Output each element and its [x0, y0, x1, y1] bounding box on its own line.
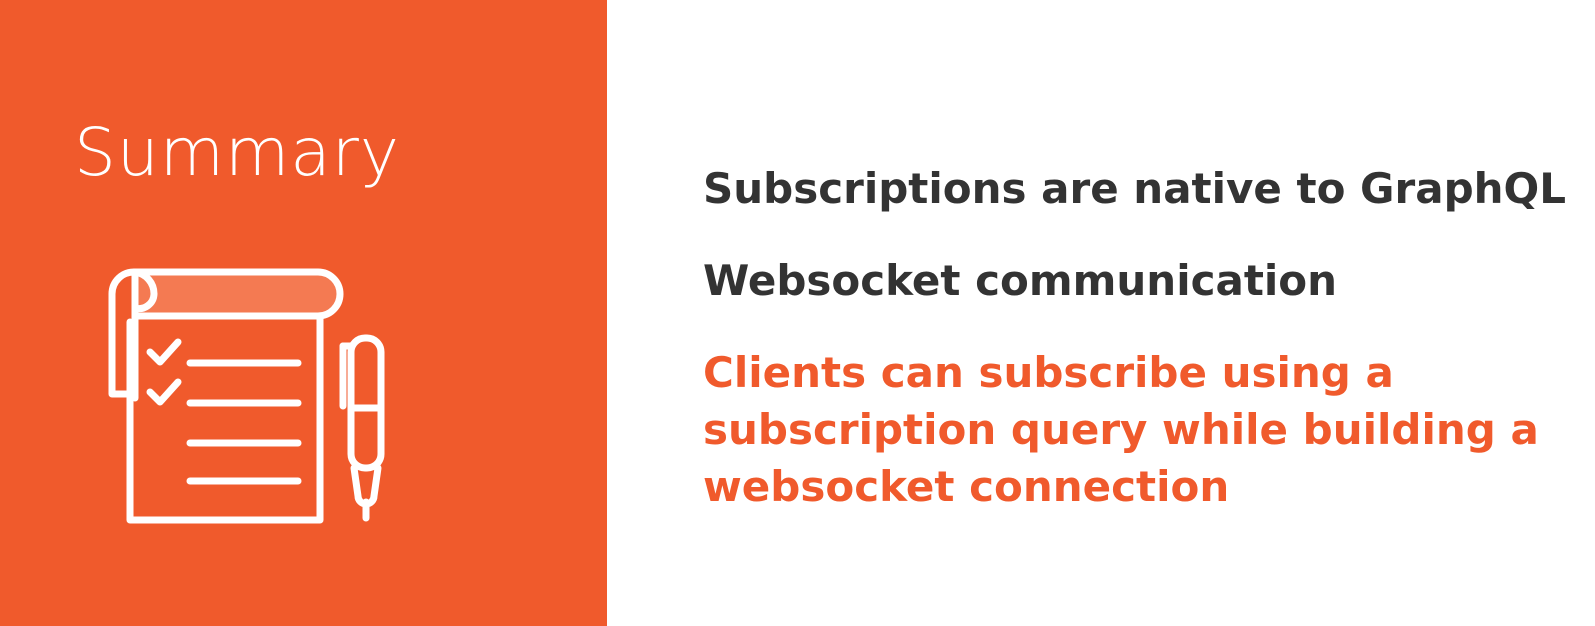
bullet-item: Subscriptions are native to GraphQL — [703, 164, 1567, 213]
summary-panel: Summary — [0, 0, 607, 626]
bullet-line: websocket connection — [703, 462, 1230, 511]
checklist-and-pen-icon — [108, 268, 385, 524]
bullet-line: Clients can subscribe using a — [703, 348, 1394, 397]
slide-title: Summary — [74, 114, 400, 191]
bullet-line: subscription query while building a — [703, 405, 1539, 454]
slide: Summary Subscriptions are native to Grap… — [0, 0, 1595, 626]
bullet-list: Subscriptions are native to GraphQL Webs… — [703, 160, 1583, 550]
bullet-item: Websocket communication — [703, 256, 1338, 305]
bullet-item-highlight: Clients can subscribe using a subscripti… — [703, 344, 1583, 515]
